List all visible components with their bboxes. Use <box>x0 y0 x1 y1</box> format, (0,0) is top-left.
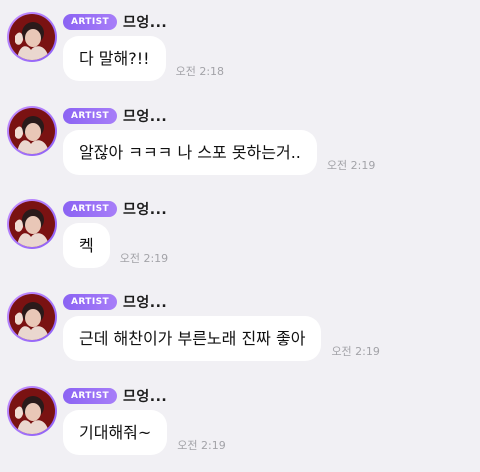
avatar-photo-icon <box>9 108 55 154</box>
message-bubble[interactable]: 근데 해찬이가 부른노래 진짜 좋아 <box>63 316 322 361</box>
artist-badge: ARTIST <box>63 294 118 310</box>
message-row: 기대해줘~ 오전 2:19 <box>63 410 226 455</box>
artist-badge: ARTIST <box>63 108 118 124</box>
chat-message-list[interactable]: ARTIST 므엉... 다 말해?!! 오전 2:18 ARTIST 므엉..… <box>0 0 480 472</box>
artist-badge: ARTIST <box>63 388 118 404</box>
artist-badge: ARTIST <box>63 14 118 30</box>
avatar[interactable] <box>7 199 57 249</box>
sender-name: 므엉... <box>123 109 168 125</box>
message-timestamp: 오전 2:19 <box>331 345 380 358</box>
message-bubble[interactable]: 켁 <box>63 223 110 268</box>
message-row: 다 말해?!! 오전 2:18 <box>63 36 224 81</box>
message-row: 알잖아 ㅋㅋㅋ 나 스포 못하는거.. 오전 2:19 <box>63 130 375 175</box>
message-timestamp: 오전 2:19 <box>326 159 376 172</box>
avatar[interactable] <box>7 292 57 342</box>
message-timestamp: 오전 2:18 <box>175 65 225 78</box>
avatar-photo-icon <box>9 14 55 60</box>
message-row: 켁 오전 2:19 <box>63 223 168 268</box>
message-header: ARTIST 므엉... <box>63 12 167 32</box>
message-header: ARTIST 므엉... <box>63 106 167 126</box>
avatar-photo-icon <box>9 388 55 434</box>
sender-name: 므엉... <box>123 389 168 405</box>
message-bubble[interactable]: 알잖아 ㅋㅋㅋ 나 스포 못하는거.. <box>63 130 317 175</box>
avatar[interactable] <box>7 12 57 62</box>
message-header: ARTIST 므엉... <box>63 292 167 312</box>
avatar-photo-icon <box>9 294 55 340</box>
avatar[interactable] <box>7 106 57 156</box>
sender-name: 므엉... <box>123 295 168 311</box>
sender-name: 므엉... <box>123 15 168 31</box>
message-bubble[interactable]: 기대해줘~ <box>63 410 168 455</box>
artist-badge: ARTIST <box>63 201 118 217</box>
message-header: ARTIST 므엉... <box>63 199 167 219</box>
avatar[interactable] <box>7 386 57 436</box>
message-timestamp: 오전 2:19 <box>177 439 226 452</box>
sender-name: 므엉... <box>123 202 168 218</box>
message-row: 근데 해찬이가 부른노래 진짜 좋아 오전 2:19 <box>63 316 380 361</box>
message-header: ARTIST 므엉... <box>63 386 167 406</box>
avatar-photo-icon <box>9 201 55 247</box>
message-bubble[interactable]: 다 말해?!! <box>63 36 166 81</box>
message-timestamp: 오전 2:19 <box>119 252 169 265</box>
